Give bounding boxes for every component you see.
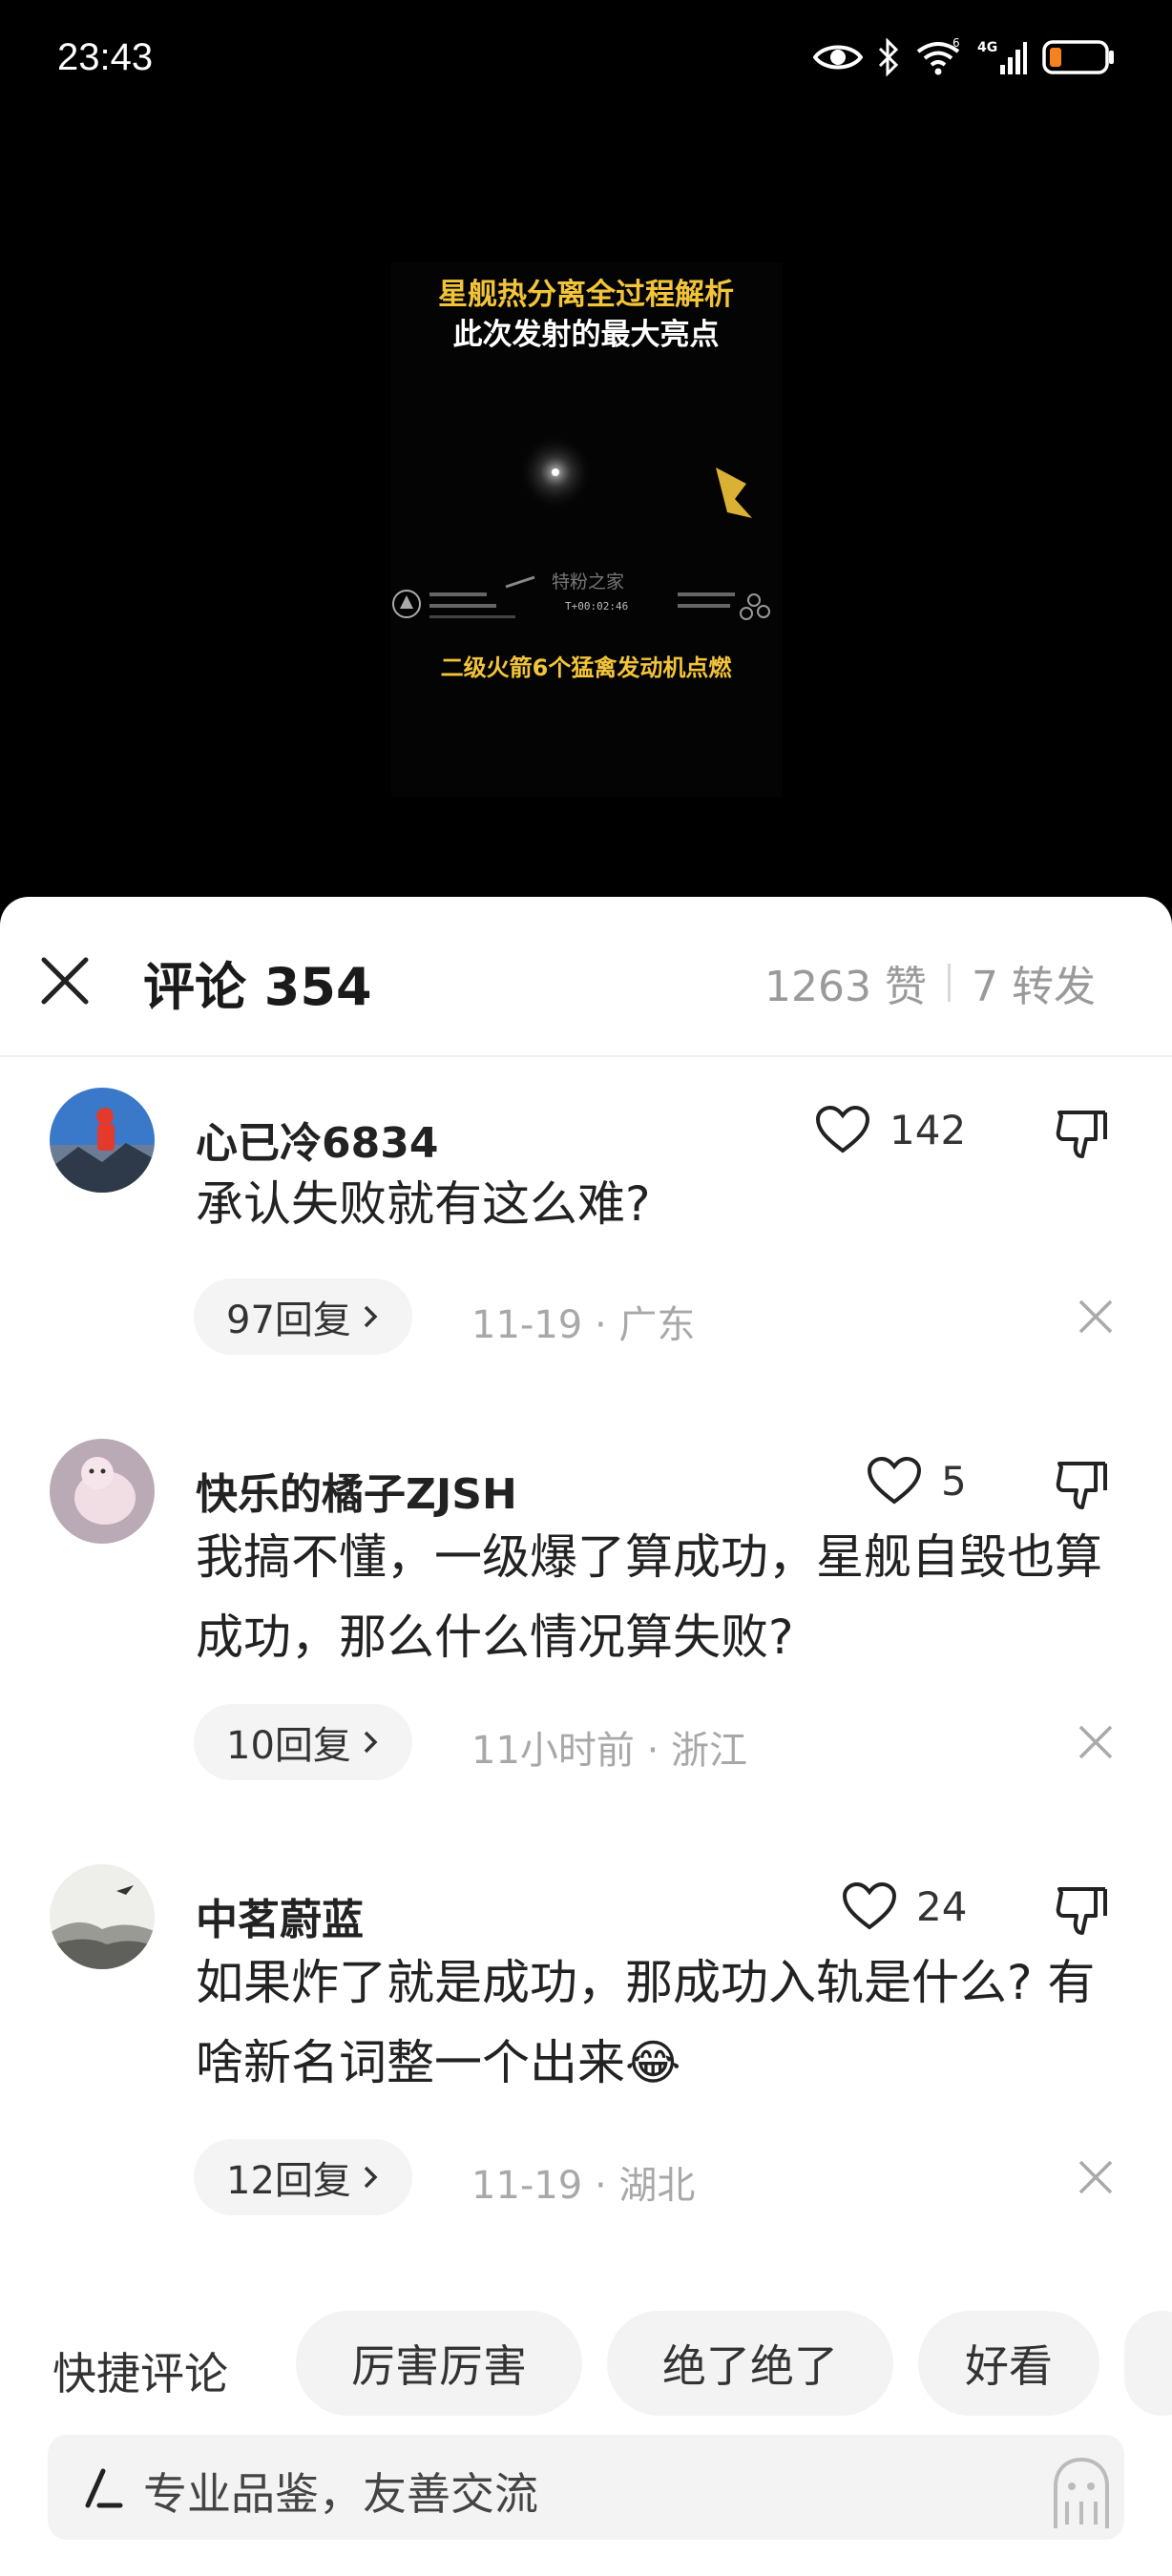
- dislike-icon[interactable]: [1054, 1458, 1111, 1515]
- like-button[interactable]: 142: [815, 1105, 966, 1154]
- reply-count: 97回复: [226, 1298, 351, 1342]
- video-player[interactable]: 星舰热分离全过程解析 此次发射的最大亮点 特粉之家 T+00:02:46 二级火…: [0, 119, 1172, 897]
- dislike-icon[interactable]: [1054, 1883, 1111, 1941]
- sheet-title: 评论 354: [143, 957, 372, 1017]
- comment-author[interactable]: 心已冷6834: [196, 1109, 438, 1170]
- like-count: 142: [889, 1106, 967, 1153]
- telemetry-overlay: T+00:02:46: [392, 590, 770, 620]
- status-icons: 6 4G: [813, 34, 1117, 80]
- video-caption-bottom: 二级火箭6个猛禽发动机点燃: [440, 654, 732, 681]
- ghost-emoji-icon[interactable]: [1048, 2454, 1115, 2530]
- comment-text: 如果炸了就是成功，那成功入轨是什么? 有啥新名词整一个出来😂: [196, 1955, 1096, 2090]
- sheet-header: 评论 354 1263 赞 7 转发: [0, 897, 1172, 1057]
- dismiss-icon[interactable]: [1077, 1723, 1115, 1761]
- eye-icon: [813, 45, 863, 70]
- total-likes: 1263 赞: [764, 963, 928, 1011]
- stats-divider: [948, 964, 952, 1002]
- avatar[interactable]: [50, 1439, 155, 1544]
- total-shares[interactable]: 7 转发: [972, 952, 1096, 1013]
- quick-comment-chip[interactable]: 好看: [918, 2311, 1099, 2416]
- like-button[interactable]: 24: [842, 1881, 967, 1931]
- reply-count: 10回复: [226, 1724, 351, 1768]
- chevron-right-icon: [364, 1731, 378, 1754]
- chevron-right-icon: [364, 1305, 378, 1328]
- heart-icon: [867, 1456, 922, 1505]
- heart-icon: [842, 1881, 897, 1930]
- heart-icon: [815, 1105, 870, 1153]
- bluetooth-icon: [878, 38, 899, 76]
- dislike-icon[interactable]: [1054, 1107, 1111, 1164]
- comment-meta: 11小时前 · 浙江: [471, 1729, 748, 1773]
- pen-icon: [85, 2468, 123, 2508]
- quick-comment-label: 快捷评论: [52, 2348, 228, 2399]
- reply-count: 12回复: [226, 2159, 351, 2203]
- avatar[interactable]: [50, 1864, 155, 1969]
- quick-comment-chip[interactable]: 厉害厉害: [296, 2311, 582, 2416]
- quick-comment-bar: 快捷评论 厉害厉害 绝了绝了 好看: [0, 2311, 1172, 2416]
- wifi-icon: 6: [916, 38, 960, 75]
- comment-input[interactable]: 专业品鉴，友善交流: [48, 2435, 1124, 2540]
- reply-count-button[interactable]: 10回复: [194, 1704, 412, 1780]
- reply-count-button[interactable]: 12回复: [194, 2139, 412, 2215]
- comment-sheet: 评论 354 1263 赞 7 转发 心已冷6834 142 承认失败就有这么难…: [0, 897, 1172, 2576]
- comment-author[interactable]: 快乐的橘子ZJSH: [196, 1460, 517, 1521]
- comment-text: 我搞不懂，一级爆了算成功，星舰自毁也算成功，那么什么情况算失败?: [196, 1529, 1102, 1665]
- comment-meta: 11-19 · 湖北: [471, 2164, 696, 2208]
- wifi-label: 6: [952, 38, 960, 50]
- comment-meta: 11-19 · 广东: [471, 1303, 696, 1347]
- status-time: 23:43: [57, 36, 154, 78]
- like-button[interactable]: 5: [867, 1456, 967, 1506]
- like-count: 5: [941, 1457, 967, 1505]
- reply-count-button[interactable]: 97回复: [194, 1278, 412, 1355]
- cell-signal-icon: 4G: [977, 40, 1027, 74]
- like-count: 24: [916, 1882, 968, 1930]
- dismiss-icon[interactable]: [1077, 2158, 1115, 2196]
- close-icon[interactable]: [38, 954, 92, 1008]
- video-caption-subtitle: 此次发射的最大亮点: [452, 318, 720, 352]
- comment-input-placeholder: 专业品鉴，友善交流: [143, 2468, 538, 2520]
- video-caption-title: 星舰热分离全过程解析: [438, 278, 734, 312]
- quick-comment-chip-overflow[interactable]: [1124, 2311, 1172, 2416]
- comment-text: 承认失败就有这么难?: [196, 1176, 651, 1232]
- signal-label: 4G: [977, 40, 997, 55]
- chevron-right-icon: [364, 2166, 378, 2189]
- sheet-stats: 1263 赞 7 转发: [764, 952, 1096, 1013]
- telemetry-time: T+00:02:46: [565, 600, 628, 613]
- comment-author[interactable]: 中茗蔚蓝: [196, 1885, 364, 1946]
- dismiss-icon[interactable]: [1077, 1298, 1115, 1336]
- quick-comment-chip[interactable]: 绝了绝了: [607, 2311, 893, 2416]
- status-bar: 23:43 6 4G: [0, 0, 1172, 119]
- avatar[interactable]: [50, 1088, 155, 1193]
- battery-icon: [1042, 40, 1114, 74]
